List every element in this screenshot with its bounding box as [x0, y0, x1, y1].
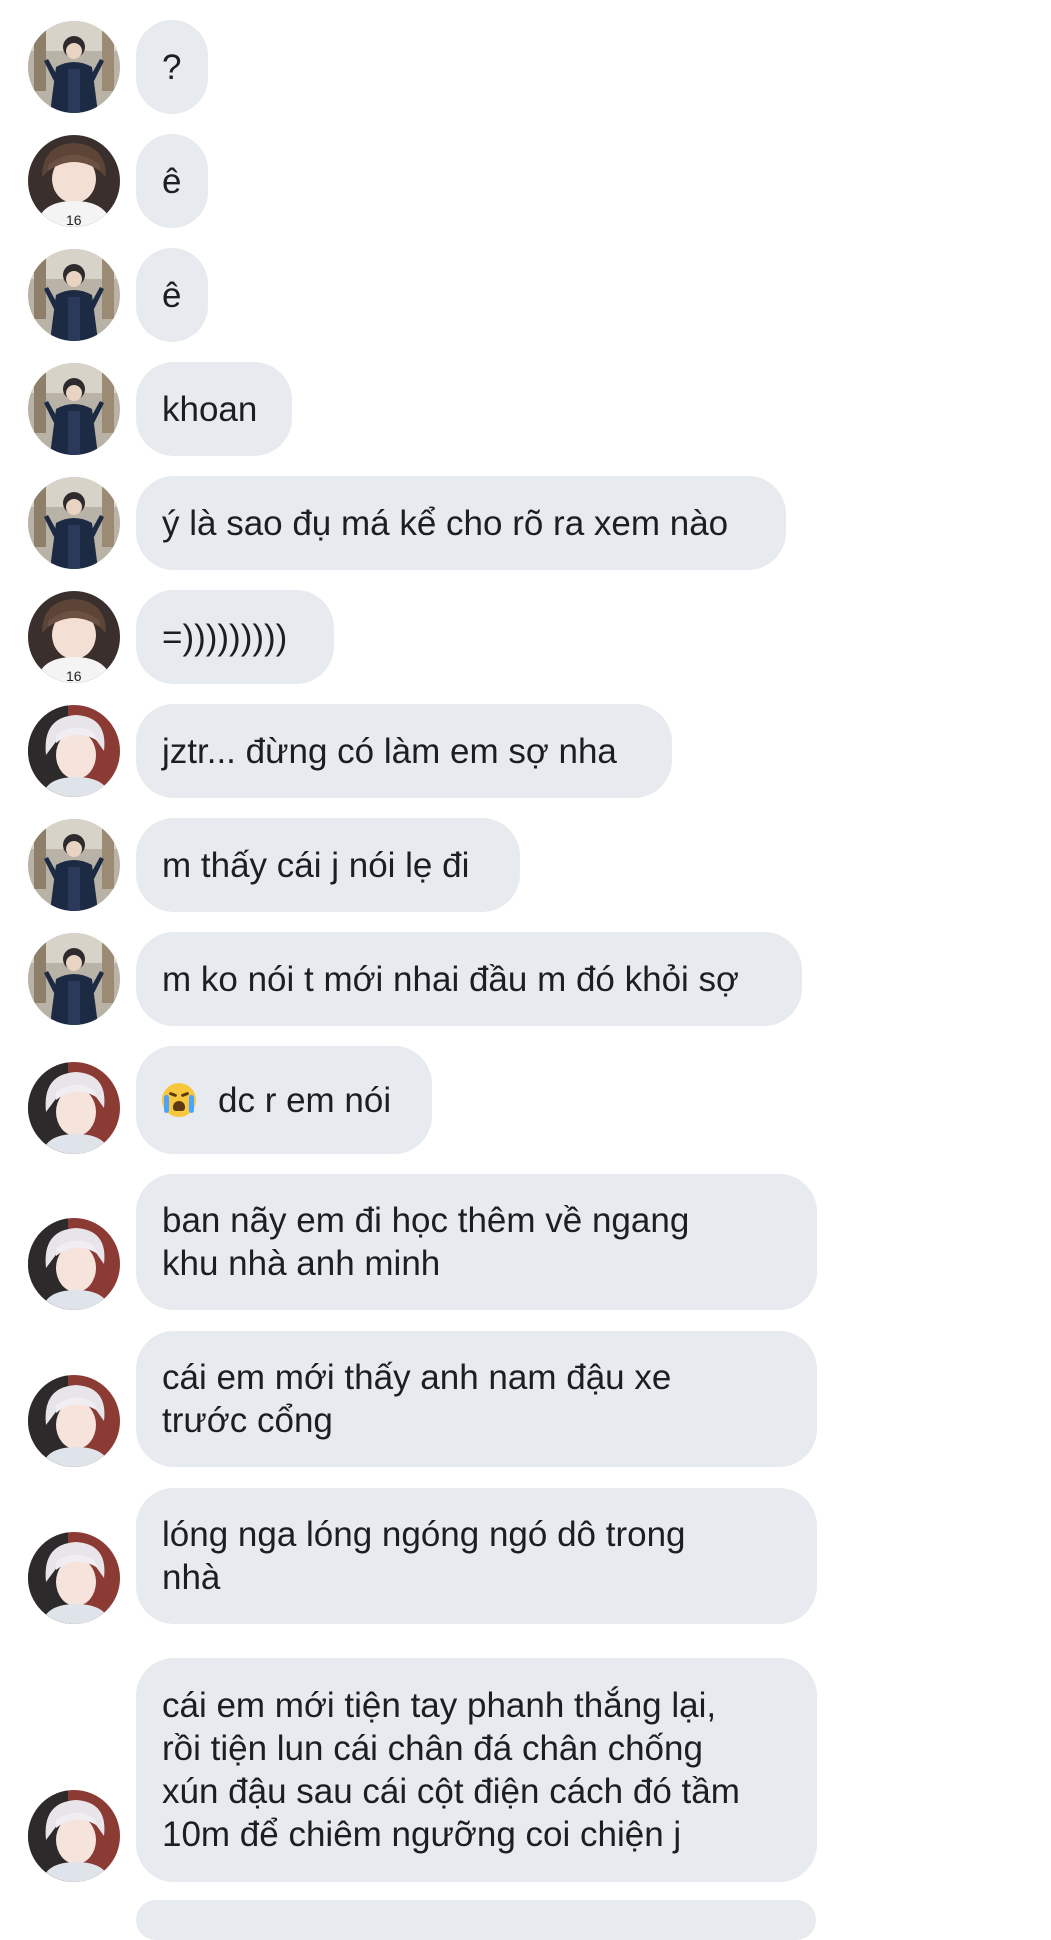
- avatar[interactable]: [28, 705, 120, 797]
- message-bubble[interactable]: ê: [136, 134, 208, 228]
- message-text: ban nãy em đi học thêm về ngang khu nhà …: [162, 1201, 690, 1283]
- svg-text:16: 16: [66, 668, 82, 683]
- message-text: cái em mới tiện tay phanh thắng lại, rồi…: [162, 1686, 740, 1854]
- message-text: ý là sao đụ má kể cho rõ ra xem nào: [162, 503, 729, 543]
- message-row: jztr... đừng có làm em sợ nha: [0, 704, 1051, 798]
- avatar[interactable]: [28, 1062, 120, 1154]
- message-text: ?: [162, 47, 182, 87]
- avatar[interactable]: [28, 819, 120, 911]
- message-row: khoan: [0, 362, 1051, 456]
- message-text: ê: [162, 275, 182, 315]
- avatar[interactable]: 16: [28, 591, 120, 683]
- avatar[interactable]: [28, 933, 120, 1025]
- message-text: ê: [162, 161, 182, 201]
- message-bubble[interactable]: ý là sao đụ má kể cho rõ ra xem nào: [136, 476, 786, 570]
- svg-text:16: 16: [66, 212, 82, 227]
- message-bubble[interactable]: khoan: [136, 362, 292, 456]
- loudly-crying-face-emoji-icon: [162, 1083, 196, 1117]
- message-row: cái em mới tiện tay phanh thắng lại, rồi…: [0, 1658, 1051, 1882]
- message-bubble[interactable]: dc r em nói: [136, 1046, 432, 1154]
- message-row: 16 ê: [0, 134, 1051, 228]
- message-text: m thấy cái j nói lẹ đi: [162, 845, 470, 885]
- avatar[interactable]: [28, 1218, 120, 1310]
- message-bubble[interactable]: cái em mới tiện tay phanh thắng lại, rồi…: [136, 1658, 817, 1882]
- message-bubble-partial[interactable]: [136, 1900, 816, 1940]
- message-bubble[interactable]: jztr... đừng có làm em sợ nha: [136, 704, 672, 798]
- message-bubble[interactable]: ê: [136, 248, 208, 342]
- message-row: ê: [0, 248, 1051, 342]
- message-text: cái em mới thấy anh nam đậu xe trước cổn…: [162, 1358, 672, 1440]
- message-bubble[interactable]: cái em mới thấy anh nam đậu xe trước cổn…: [136, 1331, 817, 1467]
- message-row: ý là sao đụ má kể cho rõ ra xem nào: [0, 476, 1051, 570]
- message-bubble[interactable]: lóng nga lóng ngóng ngó dô trong nhà: [136, 1488, 817, 1624]
- message-text: khoan: [162, 389, 258, 429]
- message-bubble[interactable]: m ko nói t mới nhai đầu m đó khỏi sợ: [136, 932, 802, 1026]
- message-text: lóng nga lóng ngóng ngó dô trong nhà: [162, 1515, 686, 1597]
- avatar[interactable]: [28, 249, 120, 341]
- avatar[interactable]: [28, 1532, 120, 1624]
- avatar[interactable]: [28, 363, 120, 455]
- message-row: ban nãy em đi học thêm về ngang khu nhà …: [0, 1174, 1051, 1310]
- message-text: m ko nói t mới nhai đầu m đó khỏi sợ: [162, 959, 739, 999]
- message-row: lóng nga lóng ngóng ngó dô trong nhà: [0, 1488, 1051, 1624]
- avatar[interactable]: 16: [28, 135, 120, 227]
- avatar[interactable]: [28, 21, 120, 113]
- message-bubble[interactable]: ?: [136, 20, 208, 114]
- message-row: m ko nói t mới nhai đầu m đó khỏi sợ: [0, 932, 1051, 1026]
- message-bubble[interactable]: ban nãy em đi học thêm về ngang khu nhà …: [136, 1174, 817, 1310]
- message-row: 16 =))))))))): [0, 590, 1051, 684]
- message-thread: ? 16 ê ê khoan ý là sao đụ má kể cho rõ …: [0, 0, 1051, 1940]
- avatar[interactable]: [28, 1375, 120, 1467]
- avatar[interactable]: [28, 477, 120, 569]
- message-row: m thấy cái j nói lẹ đi: [0, 818, 1051, 912]
- message-row: ?: [0, 20, 1051, 114]
- message-text: =))))))))): [162, 617, 288, 657]
- message-bubble[interactable]: =))))))))): [136, 590, 334, 684]
- message-row: cái em mới thấy anh nam đậu xe trước cổn…: [0, 1331, 1051, 1467]
- message-bubble[interactable]: m thấy cái j nói lẹ đi: [136, 818, 520, 912]
- avatar[interactable]: [28, 1790, 120, 1882]
- message-text: jztr... đừng có làm em sợ nha: [162, 731, 617, 771]
- message-row: dc r em nói: [0, 1046, 1051, 1154]
- message-text: dc r em nói: [218, 1080, 392, 1120]
